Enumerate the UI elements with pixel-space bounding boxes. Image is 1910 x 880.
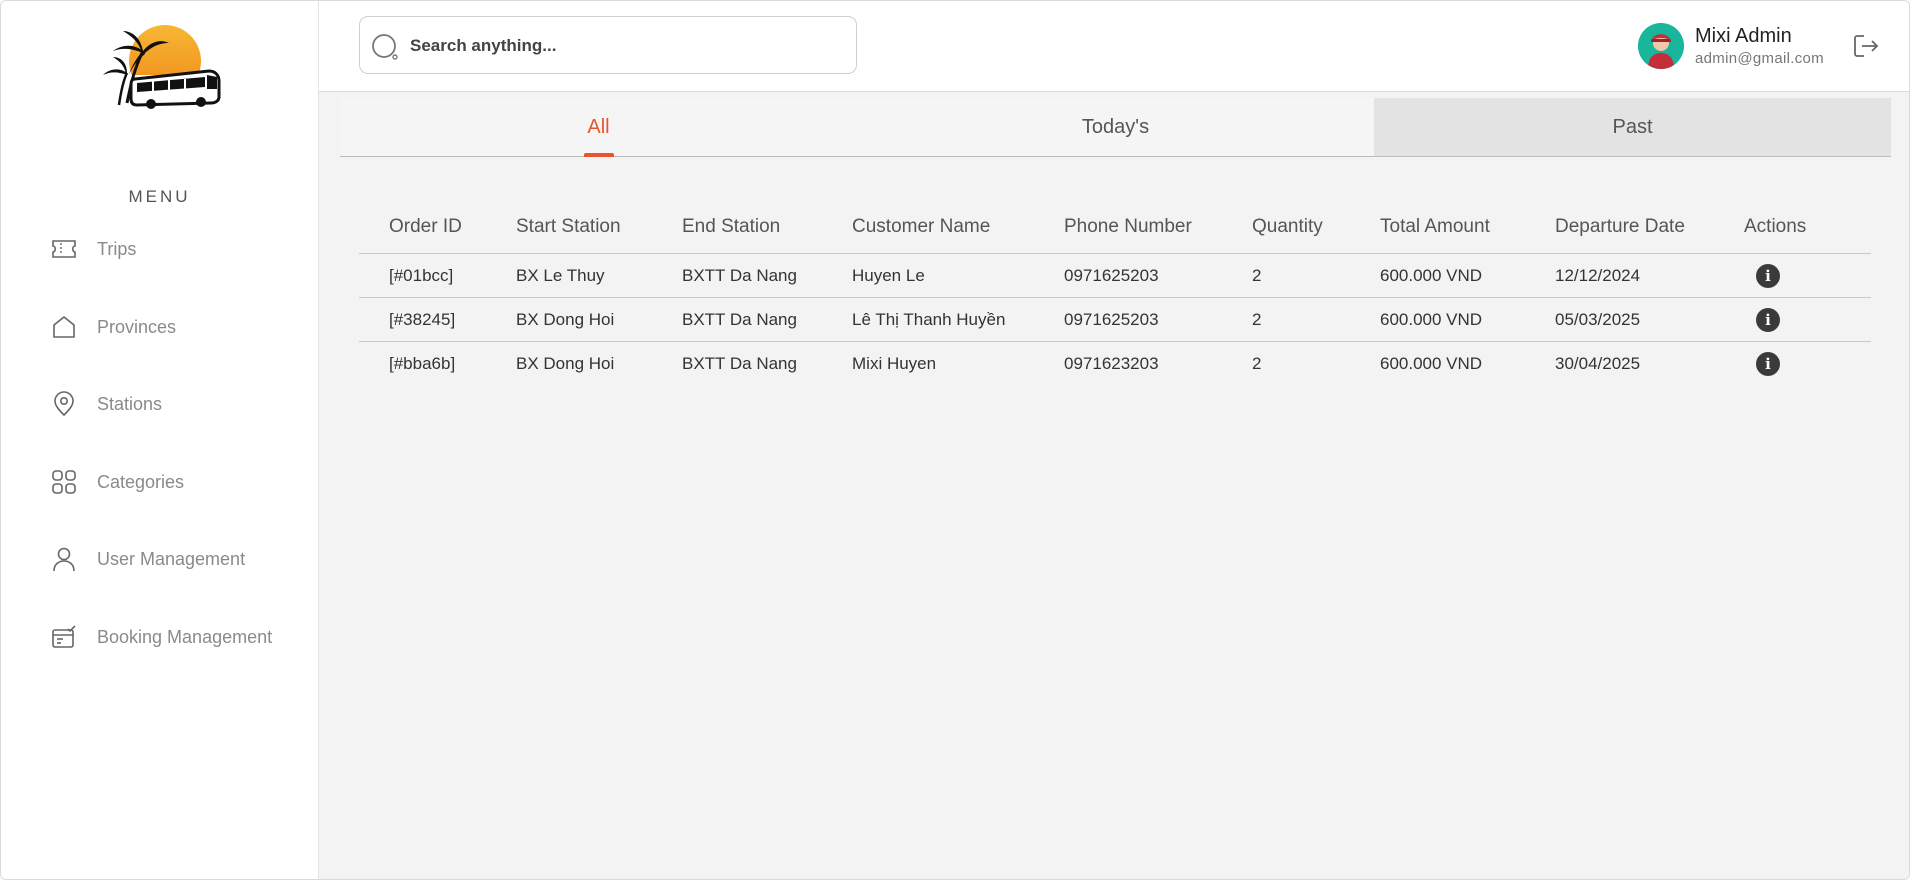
column-header[interactable]: Customer Name xyxy=(852,201,1064,254)
grid-icon xyxy=(49,467,79,497)
phone-number-cell: 0971625203 xyxy=(1064,297,1252,342)
order-id-cell: [#01bcc] xyxy=(389,253,516,298)
total-amount-cell: 600.000 VND xyxy=(1380,253,1555,298)
column-header[interactable]: Phone Number xyxy=(1064,201,1252,254)
booking-tabs: All Today's Past xyxy=(340,98,1891,157)
column-header[interactable]: Order ID xyxy=(389,201,516,254)
end-station-cell: BXTT Da Nang xyxy=(682,297,852,342)
actions-cell: i xyxy=(1744,342,1871,386)
sidebar: MENU Trips Provinces Stations Categories xyxy=(1,1,319,879)
column-header[interactable]: Total Amount xyxy=(1380,201,1555,254)
order-id-cell: [#bba6b] xyxy=(389,353,456,373)
sidebar-item-stations[interactable]: Stations xyxy=(49,382,299,426)
top-header: Mixi Admin admin@gmail.com xyxy=(319,1,1909,92)
user-name: Mixi Admin xyxy=(1695,25,1792,47)
customer-name-cell: Lê Thị Thanh Huyền xyxy=(852,297,1064,342)
sidebar-item-label: Provinces xyxy=(97,316,177,337)
sidebar-item-label: Stations xyxy=(97,393,163,414)
total-amount-cell: 600.000 VND xyxy=(1380,297,1555,342)
active-tab-indicator xyxy=(583,153,614,157)
start-station-cell: BX Dong Hoi xyxy=(516,297,682,342)
logo xyxy=(97,17,223,109)
tab-past[interactable]: Past xyxy=(1374,98,1891,156)
logout-icon[interactable] xyxy=(1851,31,1881,61)
quantity-cell: 2 xyxy=(1252,253,1380,298)
column-header[interactable]: Start Station xyxy=(516,201,682,254)
menu-title: MENU xyxy=(128,187,191,206)
departure-date-cell: 12/12/2024 xyxy=(1555,253,1744,298)
search-input[interactable] xyxy=(408,29,842,63)
sidebar-item-booking-management[interactable]: Booking Management xyxy=(49,615,299,659)
sidebar-item-label: Trips xyxy=(97,238,137,259)
sidebar-item-provinces[interactable]: Provinces xyxy=(49,305,299,349)
bookings-table: Order ID Start Station End Station Custo… xyxy=(359,201,1871,385)
sidebar-item-trips[interactable]: Trips xyxy=(49,227,299,271)
column-header[interactable]: End Station xyxy=(682,201,852,254)
info-icon[interactable]: i xyxy=(1756,263,1780,288)
start-station-cell: BX Dong Hoi xyxy=(516,353,615,373)
end-station-cell: BXTT Da Nang xyxy=(682,353,797,373)
tab-todays[interactable]: Today's xyxy=(857,98,1374,156)
order-id-cell: [#38245] xyxy=(389,297,516,342)
table-row[interactable]: [#38245] BX Dong Hoi BXTT Da Nang Lê Thị… xyxy=(359,297,1871,342)
search-icon xyxy=(370,32,400,62)
ticket-icon xyxy=(49,234,79,264)
quantity-cell: 2 xyxy=(1252,353,1262,373)
departure-date-cell: 05/03/2025 xyxy=(1555,297,1744,342)
table-header-row: Order ID Start Station End Station Custo… xyxy=(359,201,1871,254)
table-row[interactable]: [#01bcc] BX Le Thuy BXTT Da Nang Huyen L… xyxy=(359,253,1871,298)
total-amount-cell: 600.000 VND xyxy=(1380,353,1483,373)
tab-label: All xyxy=(587,115,610,138)
sidebar-item-label: Booking Management xyxy=(97,626,273,647)
location-pin-icon xyxy=(49,389,79,419)
sidebar-item-user-management[interactable]: User Management xyxy=(49,537,299,581)
info-icon[interactable]: i xyxy=(1756,307,1780,332)
phone-number-cell: 0971623203 xyxy=(1064,353,1159,373)
column-header[interactable]: Quantity xyxy=(1252,201,1380,254)
tab-label: Past xyxy=(1612,115,1653,138)
sidebar-item-categories[interactable]: Categories xyxy=(49,460,299,504)
booking-icon xyxy=(49,622,79,652)
sidebar-item-label: Categories xyxy=(97,471,185,492)
user-email: admin@gmail.com xyxy=(1695,50,1824,67)
column-header[interactable]: Departure Date xyxy=(1555,201,1744,254)
quantity-cell: 2 xyxy=(1252,297,1380,342)
phone-number-cell: 0971625203 xyxy=(1064,253,1252,298)
info-icon[interactable]: i xyxy=(1756,351,1780,376)
sidebar-item-label: User Management xyxy=(97,548,246,569)
user-icon xyxy=(49,544,79,574)
customer-name-cell: Mixi Huyen xyxy=(852,353,937,373)
actions-cell: i xyxy=(1744,297,1871,342)
departure-date-cell: 30/04/2025 xyxy=(1555,353,1641,373)
tab-all[interactable]: All xyxy=(340,98,857,157)
customer-name-cell: Huyen Le xyxy=(852,253,1064,298)
search-box[interactable] xyxy=(359,16,857,74)
tab-label: Today's xyxy=(1081,115,1150,138)
bookings-table-container: Order ID Start Station End Station Custo… xyxy=(359,201,1871,385)
table-row[interactable]: [#bba6b] BX Dong Hoi BXTT Da Nang Mixi H… xyxy=(359,342,1871,386)
actions-cell: i xyxy=(1744,253,1871,298)
home-icon xyxy=(49,312,79,342)
app-window: MENU Trips Provinces Stations Categories xyxy=(0,0,1910,880)
column-header: Actions xyxy=(1744,201,1871,254)
avatar[interactable] xyxy=(1638,23,1684,69)
end-station-cell: BXTT Da Nang xyxy=(682,253,852,298)
start-station-cell: BX Le Thuy xyxy=(516,253,682,298)
